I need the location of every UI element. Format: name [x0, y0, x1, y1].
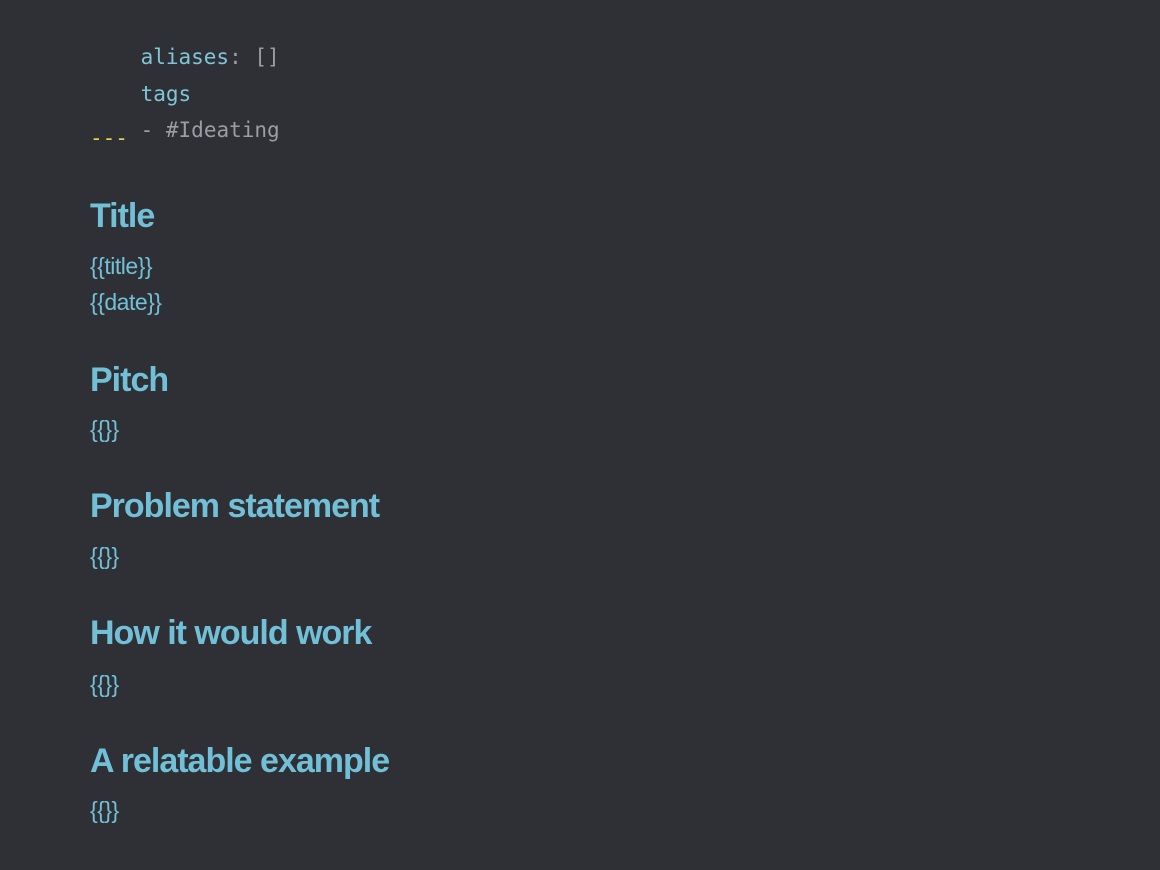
how-it-would-work-placeholder: {{}} [90, 671, 119, 697]
heading-title: Title [90, 197, 155, 235]
pitch-placeholder: {{}} [90, 416, 119, 442]
date-placeholder: {{date}} [90, 289, 162, 315]
heading-how-it-would-work: How it would work [90, 614, 372, 652]
frontmatter-aliases-separator: : [229, 45, 242, 69]
frontmatter-tag-value: #Ideating [165, 118, 280, 142]
frontmatter-closing-delimiter: --- [90, 126, 128, 150]
title-placeholder: {{title}} [90, 253, 153, 279]
heading-problem-statement: Problem statement [90, 487, 380, 525]
frontmatter-aliases-value: [] [254, 45, 280, 69]
frontmatter-tag-dash: - [140, 118, 154, 142]
heading-a-relatable-example: A relatable example [90, 742, 390, 780]
markdown-editor[interactable]: aliases: [] tags - #Ideating --- Title {… [0, 0, 1160, 870]
heading-pitch: Pitch [90, 361, 169, 399]
a-relatable-example-placeholder: {{}} [90, 797, 119, 823]
problem-statement-placeholder: {{}} [90, 543, 119, 569]
